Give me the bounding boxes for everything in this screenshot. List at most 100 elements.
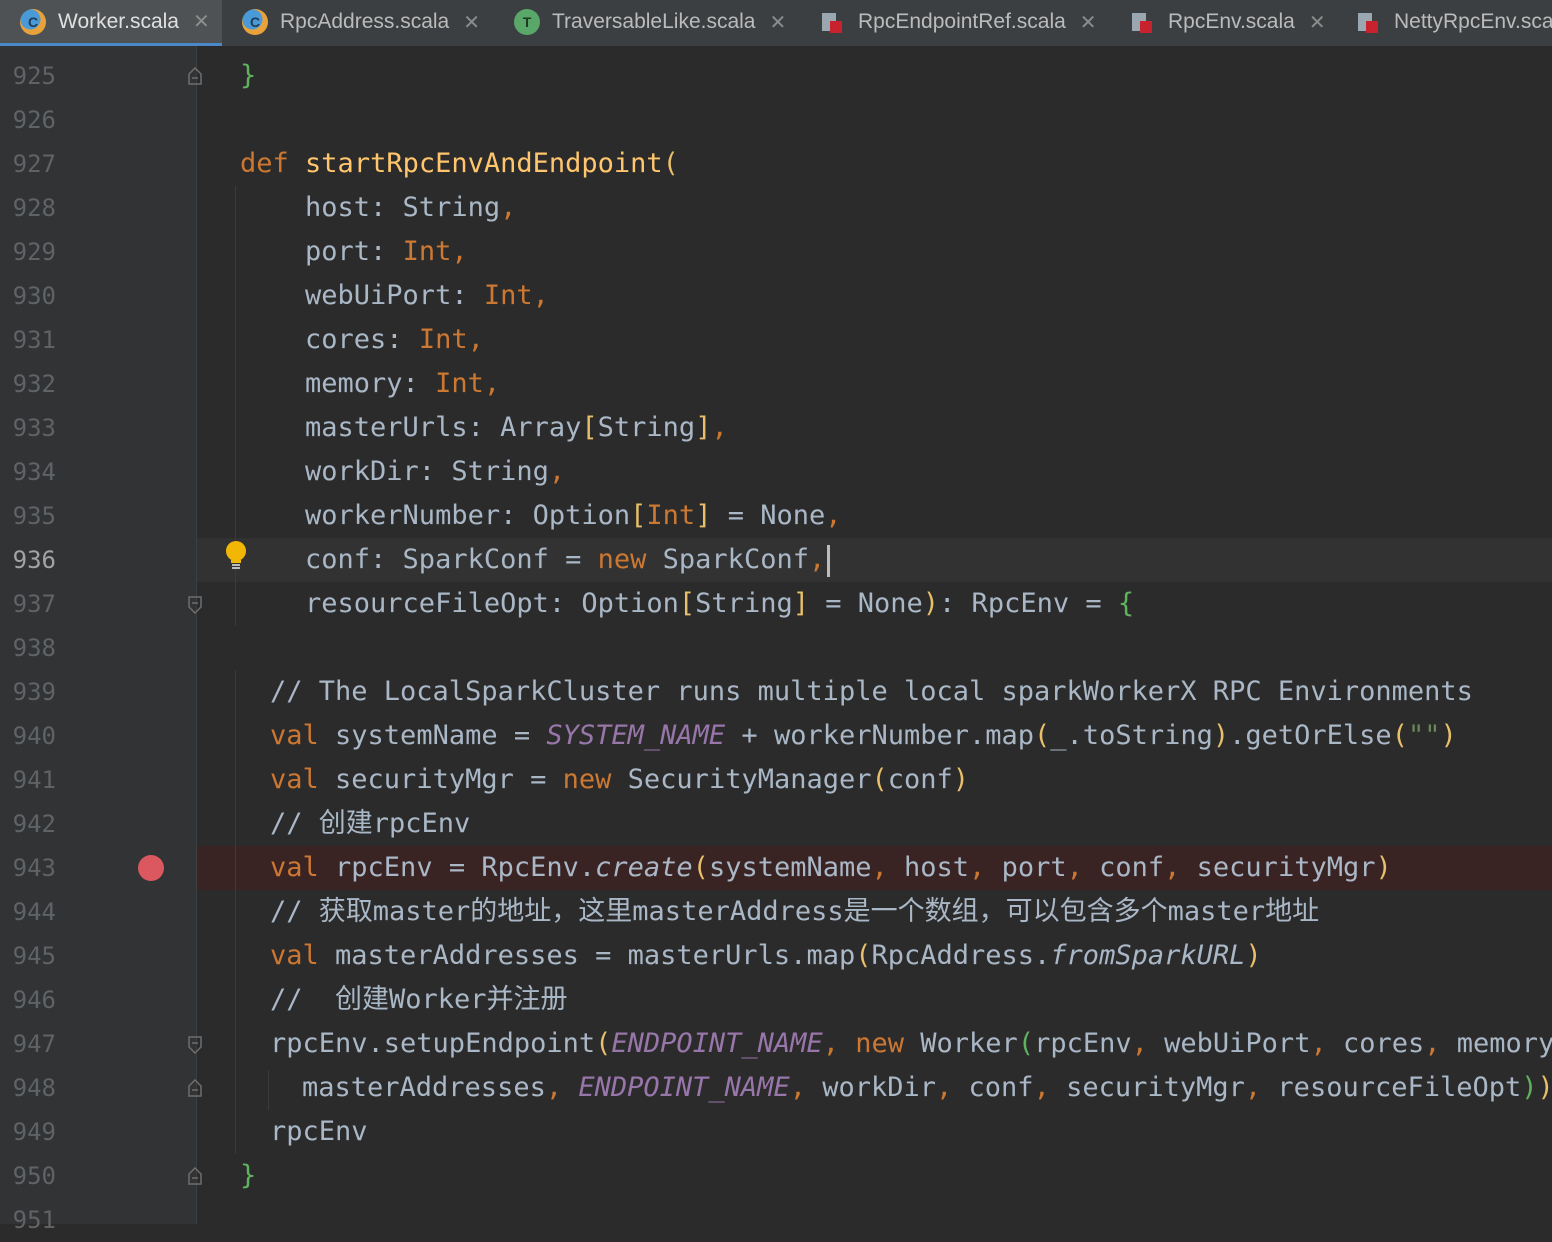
fold-end-icon[interactable] — [188, 1167, 202, 1185]
code-line-945: 945 val masterAddresses = masterUrls.map… — [0, 934, 1552, 978]
line-number[interactable]: 950 — [0, 1154, 56, 1198]
code-comment[interactable]: // 获取master的地址，这里masterAddress是一个数组，可以包含… — [270, 890, 1319, 934]
code-text[interactable]: val securityMgr = new SecurityManager(co… — [270, 758, 969, 802]
fold-start-icon[interactable] — [188, 596, 202, 614]
code-text[interactable]: workDir: String, — [240, 450, 565, 494]
scala-class-icon: C — [20, 8, 46, 35]
line-number[interactable]: 936 — [0, 538, 56, 582]
close-icon[interactable]: ✕ — [1080, 10, 1097, 35]
tab-rpcenv-scala[interactable]: RpcEnv.scala ✕ — [1110, 0, 1336, 44]
code-comment[interactable]: // 创建Worker并注册 — [270, 978, 568, 1022]
line-number[interactable]: 940 — [0, 714, 56, 758]
scala-class-icon: C — [242, 9, 268, 35]
code-line-940: 940 val systemName = SYSTEM_NAME + worke… — [0, 714, 1552, 758]
code-text[interactable]: val systemName = SYSTEM_NAME + workerNum… — [270, 714, 1457, 758]
code-line-930: 930 webUiPort: Int, — [0, 274, 1552, 318]
close-icon[interactable]: ✕ — [193, 9, 210, 34]
close-icon[interactable]: ✕ — [1309, 10, 1326, 35]
line-number[interactable]: 939 — [0, 670, 56, 714]
editor-tab-bar: C Worker.scala ✕ C RpcAddress.scala ✕ T … — [0, 0, 1552, 47]
tab-label: TraversableLike.scala — [552, 10, 756, 33]
code-line-931: 931 cores: Int, — [0, 318, 1552, 362]
line-number[interactable]: 937 — [0, 582, 56, 626]
line-number[interactable]: 930 — [0, 274, 56, 318]
line-number[interactable]: 945 — [0, 934, 56, 978]
line-number[interactable]: 947 — [0, 1022, 56, 1066]
code-text[interactable]: val rpcEnv = RpcEnv.create(systemName, h… — [270, 846, 1392, 890]
code-line-943: 943 val rpcEnv = RpcEnv.create(systemNam… — [0, 846, 1552, 890]
code-line-951: 951 — [0, 1198, 1552, 1242]
java-file-icon — [1130, 9, 1156, 35]
line-number[interactable]: 926 — [0, 98, 56, 142]
line-number[interactable]: 951 — [0, 1198, 56, 1242]
code-text[interactable]: resourceFileOpt: Option[String] = None):… — [240, 582, 1134, 626]
code-line-933: 933 masterUrls: Array[String], — [0, 406, 1552, 450]
tab-label: RpcAddress.scala — [280, 10, 450, 33]
code-text[interactable]: rpcEnv — [270, 1110, 368, 1154]
line-number[interactable]: 949 — [0, 1110, 56, 1154]
tab-rpcaddress-scala[interactable]: C RpcAddress.scala ✕ — [222, 0, 494, 44]
line-number[interactable]: 944 — [0, 890, 56, 934]
code-line-927: 927 def startRpcEnvAndEndpoint( — [0, 142, 1552, 186]
code-line-942: 942 // 创建rpcEnv — [0, 802, 1552, 846]
code-line-937: 937 resourceFileOpt: Option[String] = No… — [0, 582, 1552, 626]
tab-label: RpcEndpointRef.scala — [858, 10, 1066, 33]
line-number[interactable]: 928 — [0, 186, 56, 230]
fold-end-icon[interactable] — [188, 1079, 202, 1097]
code-line-925: 925 } — [0, 54, 1552, 98]
fold-end-icon[interactable] — [188, 67, 202, 85]
code-text[interactable]: cores: Int, — [240, 318, 484, 362]
line-number[interactable]: 931 — [0, 318, 56, 362]
tab-rpcendpointref-scala[interactable]: RpcEndpointRef.scala ✕ — [800, 0, 1110, 44]
breakpoint-icon[interactable] — [138, 855, 164, 881]
code-line-929: 929 port: Int, — [0, 230, 1552, 274]
code-line-950: 950 } — [0, 1154, 1552, 1198]
line-number[interactable]: 932 — [0, 362, 56, 406]
code-text[interactable]: host: String, — [240, 186, 516, 230]
code-text[interactable]: def startRpcEnvAndEndpoint( — [240, 142, 679, 186]
code-line-941: 941 val securityMgr = new SecurityManage… — [0, 758, 1552, 802]
java-file-icon — [1356, 9, 1382, 35]
tab-traversablelike-scala[interactable]: T TraversableLike.scala ✕ — [494, 0, 800, 44]
code-line-949: 949 rpcEnv — [0, 1110, 1552, 1154]
close-icon[interactable]: ✕ — [769, 10, 786, 35]
code-text[interactable]: masterAddresses, ENDPOINT_NAME, workDir,… — [302, 1066, 1552, 1110]
line-number[interactable]: 946 — [0, 978, 56, 1022]
code-text[interactable]: masterUrls: Array[String], — [240, 406, 728, 450]
code-text[interactable]: conf: SparkConf = new SparkConf, — [240, 538, 831, 582]
code-line-928: 928 host: String, — [0, 186, 1552, 230]
line-number[interactable]: 925 — [0, 54, 56, 98]
code-text[interactable]: rpcEnv.setupEndpoint(ENDPOINT_NAME, new … — [270, 1022, 1552, 1066]
code-line-948: 948 masterAddresses, ENDPOINT_NAME, work… — [0, 1066, 1552, 1110]
line-number[interactable]: 942 — [0, 802, 56, 846]
line-number[interactable]: 943 — [0, 846, 56, 890]
tab-label: Worker.scala — [58, 9, 179, 33]
code-text[interactable]: val masterAddresses = masterUrls.map(Rpc… — [270, 934, 1262, 978]
text-caret — [827, 544, 831, 577]
line-number[interactable]: 935 — [0, 494, 56, 538]
line-number[interactable]: 938 — [0, 626, 56, 670]
code-line-938: 938 — [0, 626, 1552, 670]
code-text[interactable]: webUiPort: Int, — [240, 274, 549, 318]
line-number[interactable]: 927 — [0, 142, 56, 186]
tab-worker-scala[interactable]: C Worker.scala ✕ — [0, 0, 222, 46]
code-comment[interactable]: // 创建rpcEnv — [270, 802, 470, 846]
line-number[interactable]: 929 — [0, 230, 56, 274]
code-text[interactable]: port: Int, — [240, 230, 468, 274]
code-text[interactable]: } — [240, 1154, 256, 1198]
line-number[interactable]: 933 — [0, 406, 56, 450]
code-comment[interactable]: // The LocalSparkCluster runs multiple l… — [270, 670, 1473, 714]
line-number[interactable]: 941 — [0, 758, 56, 802]
close-icon[interactable]: ✕ — [463, 10, 480, 35]
code-line-935: 935 workerNumber: Option[Int] = None, — [0, 494, 1552, 538]
line-number[interactable]: 934 — [0, 450, 56, 494]
code-line-934: 934 workDir: String, — [0, 450, 1552, 494]
line-number[interactable]: 948 — [0, 1066, 56, 1110]
code-text[interactable]: memory: Int, — [240, 362, 500, 406]
lightbulb-icon[interactable] — [223, 540, 249, 570]
tab-nettyrpcenv-scala[interactable]: NettyRpcEnv.sca — [1336, 0, 1552, 44]
code-text[interactable]: workerNumber: Option[Int] = None, — [240, 494, 842, 538]
code-line-946: 946 // 创建Worker并注册 — [0, 978, 1552, 1022]
fold-start-icon[interactable] — [188, 1036, 202, 1054]
code-text[interactable]: } — [240, 54, 256, 98]
